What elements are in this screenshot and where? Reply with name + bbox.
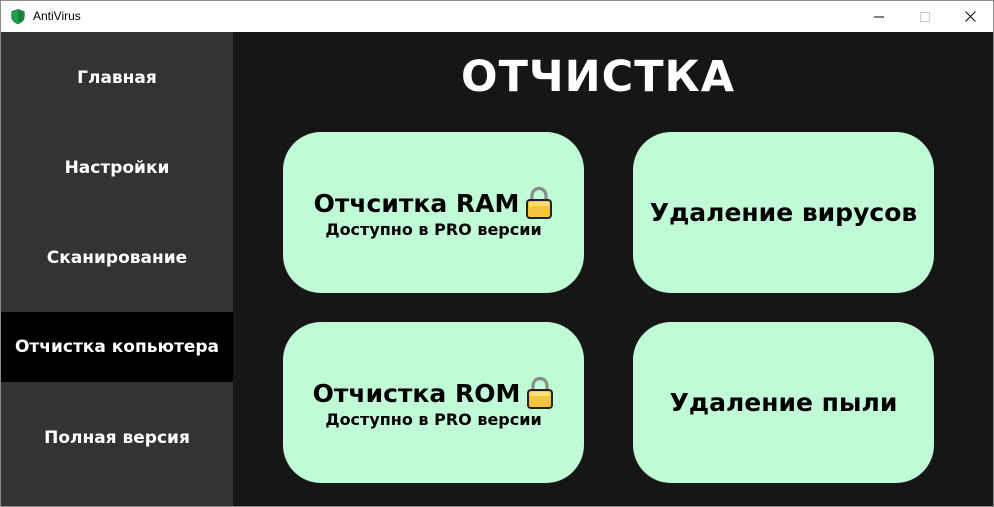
main-panel: ОТЧИСТКА Отчситка RAM Доступно в PRO вер… [233, 32, 993, 506]
maximize-icon [920, 7, 930, 26]
maximize-button[interactable] [902, 1, 948, 32]
card-title: Отчистка ROM [312, 378, 521, 408]
remove-dust-button[interactable]: Удаление пыли [633, 322, 934, 483]
minimize-button[interactable] [856, 1, 902, 32]
card-title-row: Отчситка RAM [314, 186, 554, 220]
close-button[interactable] [947, 1, 993, 32]
close-icon [964, 7, 976, 26]
sidebar-item-home[interactable]: Главная [1, 43, 233, 113]
card-title: Отчситка RAM [313, 188, 520, 218]
clean-ram-button[interactable]: Отчситка RAM Доступно в PRO версии [283, 132, 584, 293]
window-title: AntiVirus [33, 9, 81, 23]
sidebar-item-scan[interactable]: Сканирование [1, 223, 233, 293]
card-title-row: Удаление вирусов [650, 198, 917, 227]
clean-rom-button[interactable]: Отчистка ROM Доступно в PRO версии [283, 322, 584, 483]
title-bar[interactable]: AntiVirus [1, 1, 993, 32]
card-subtitle: Доступно в PRO версии [325, 410, 542, 429]
sidebar-item-full-version[interactable]: Полная версия [1, 403, 233, 473]
card-title-row: Удаление пыли [670, 388, 898, 417]
shield-icon [11, 9, 25, 25]
card-title-row: Отчистка ROM [313, 376, 555, 410]
card-title: Удаление пыли [669, 388, 898, 417]
card-subtitle: Доступно в PRO версии [325, 220, 542, 239]
sidebar-item-cleanup[interactable]: Отчистка копьютера [1, 312, 233, 382]
remove-viruses-button[interactable]: Удаление вирусов [633, 132, 934, 293]
lock-icon [525, 186, 553, 220]
page-title: ОТЧИСТКА [461, 52, 735, 102]
lock-icon [526, 376, 554, 410]
card-title: Удаление вирусов [649, 198, 918, 227]
sidebar: Главная Настройки Сканирование Отчистка … [1, 32, 233, 506]
app-window: AntiVirus Главная Настройки Сканирование… [0, 0, 994, 507]
minimize-icon [874, 7, 884, 26]
sidebar-item-settings[interactable]: Настройки [1, 133, 233, 203]
